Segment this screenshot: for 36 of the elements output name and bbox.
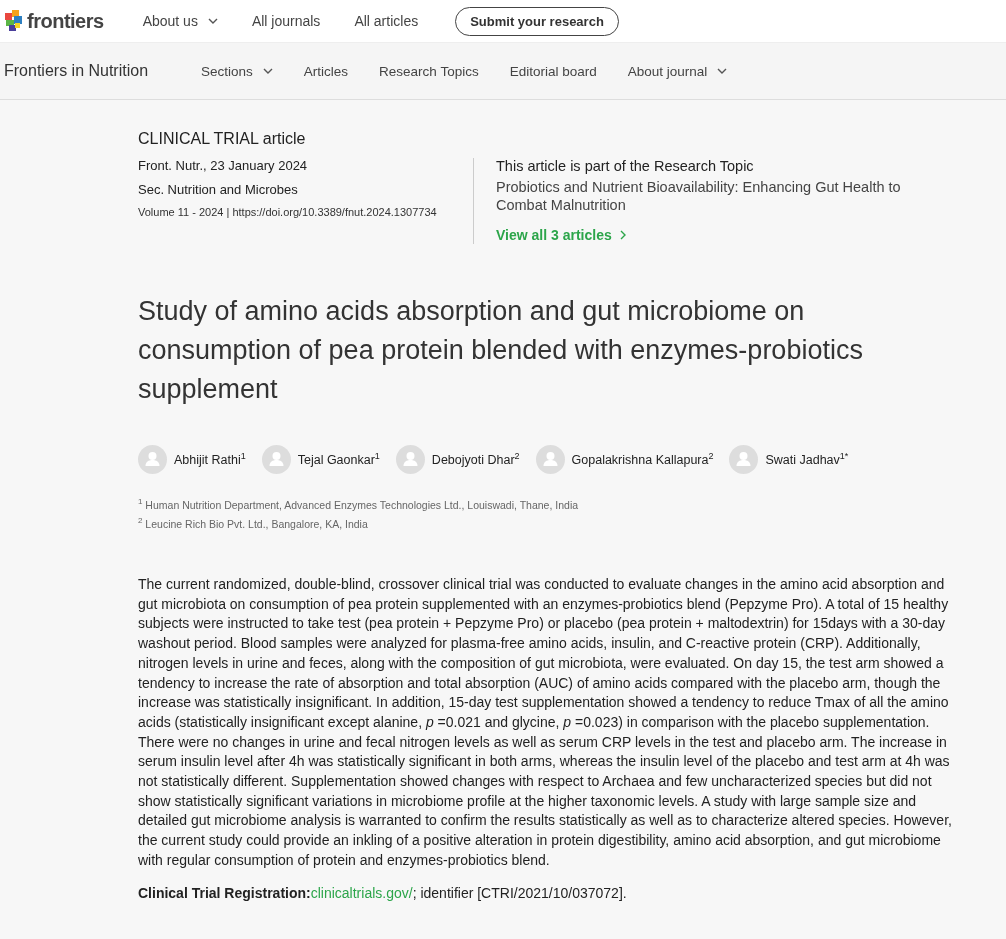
chevron-down-icon: [207, 18, 218, 24]
journal-date: Front. Nutr., 23 January 2024: [138, 158, 309, 173]
chevron-down-icon: [717, 68, 728, 74]
journal-title[interactable]: Frontiers in Nutrition: [4, 62, 149, 80]
chevron-down-icon: [262, 68, 273, 74]
research-topic-title: Probiotics and Nutrient Bioavailability: Enhancing Gut Health to Combat Malnutrition: [496, 178, 902, 214]
research-topic-heading: This article is part of the Research Topic: [496, 158, 755, 174]
chevron-right-icon: [619, 230, 626, 240]
abstract-text: The current randomized, double-blind, crossover clinical trial was conducted to evaluate changes in the amino acid absorption and gut microbiota on consumption of pea protein supplemented with an enzymes-probiotics blend (Pepzyme Pro). A total of 15 healthy subjects were instructed to take test (pea protein + Pepzyme Pro) or placebo (pea protein + maltodextrin) for 15days with a 30-day washout period. Blood samples were analyzed for plasma-free amino acids, insulin, and C-reactive protein (CRP). Additionally, nitrogen levels in urine and feces, along with the composition of gut microbiota, were evaluated. On day 15, the test arm showed a tendency to increase the rate of absorption and total absorption (AUC) of amino acids compared with the placebo arm, though the increase was statistically insignificant. In addition, 15-day test supplementation showed a tendency to reduce Tmax of all the amino acids (statistically insignificant except alanine, p =0.021 and glycine, p =0.023) in comparison with the placebo supplementation. There were no changes in urine and fecal nitrogen levels as well as serum CRP levels in the test and placebo arm. The increase in serum insulin level after 4h was statistically significant in both arms, whereas the insulin level of the placebo and test arm at 4h was not statistically different. Supplementation showed changes with respect to Archaea and few uncharacterized species but did not show statistically significant variations in microbiome profile at the higher taxonomic levels. A study with large sample size and detailed gut microbiome analysis is warranted to confirm the results statistically as well as to characterize altered species. However, the current study could provide an inkling of a positive alteration in protein digestibility, amino acid absorption, and gut microbiome with regular consumption of protein and enzymes-probiotics blend.: [138, 575, 953, 870]
author-name[interactable]: Swati Jadhav$^{1*}$: [765, 451, 849, 468]
nav-link[interactable]: About us: [142, 13, 218, 29]
author-name[interactable]: Abhijit Rathi$^{1}$: [174, 451, 246, 468]
nav-link[interactable]: Research Topics: [379, 63, 479, 79]
nav-link[interactable]: Sections: [201, 63, 273, 79]
nav-link[interactable]: Articles: [303, 63, 349, 79]
section-name: Sec. Nutrition and Microbes: [138, 182, 299, 197]
nav-link[interactable]: About journal: [627, 63, 728, 79]
nav-link[interactable]: Editorial board: [509, 63, 597, 79]
volume-doi: Volume 11 - 2024 | https://doi.org/10.3389/fnut.2024.1307734: [138, 206, 438, 218]
avatar-icon: [261, 445, 291, 474]
avatar-icon: [535, 445, 565, 474]
frontiers-logo[interactable]: frontiers: [4, 9, 104, 33]
article-type: CLINICAL TRIAL article: [138, 130, 307, 148]
author-name[interactable]: Debojyoti Dhar$^{2}$: [431, 451, 520, 468]
affiliation: $^{1}$ Human Nutrition Department, Advanced Enzymes Technologies Ltd., Louiswadi, Thane, India: [138, 496, 580, 513]
article-title: Study of amino acids absorption and gut microbiome on consumption of pea protein blended with enzymes-probiotics supplement: [138, 295, 864, 406]
nav-link[interactable]: All articles: [354, 13, 419, 29]
avatar-icon: [138, 445, 167, 474]
avatar-icon: [395, 445, 425, 474]
registration-text: Clinical Trial Registration:clinicaltrials.gov/; identifier [CTRI/2021/10/037072].: [138, 884, 628, 901]
avatar-icon: [729, 445, 759, 474]
author-name[interactable]: Tejal Gaonkar$^{1}$: [297, 451, 380, 468]
nav-link[interactable]: All journals: [251, 13, 321, 29]
author-name[interactable]: Gopalakrishna Kallapura$^{2}$: [571, 451, 714, 468]
affiliation: $^{2}$ Leucine Rich Bio Pvt. Ltd., Bangalore, KA, India: [138, 514, 369, 531]
submit-research-button[interactable]: Submit your research: [455, 6, 619, 36]
